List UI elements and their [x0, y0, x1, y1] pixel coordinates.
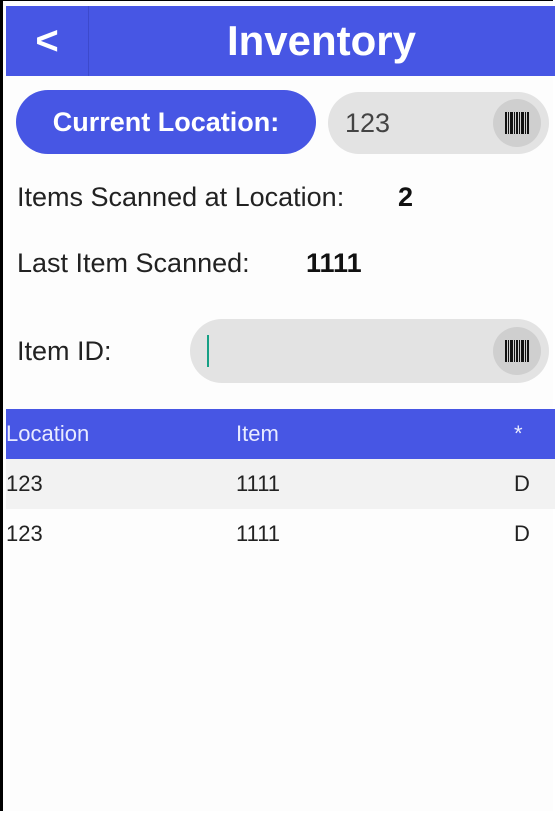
item-id-input[interactable] [190, 319, 549, 383]
column-header-item[interactable]: Item [236, 409, 279, 459]
last-item-value: 1111 [306, 248, 362, 278]
row-flag: D [514, 521, 530, 546]
barcode-icon [505, 112, 529, 134]
column-header-flag[interactable]: * [514, 409, 523, 459]
location-value: 123 [345, 107, 391, 138]
location-field[interactable]: 123 [328, 92, 549, 154]
row-item: 1111 [236, 471, 281, 496]
table-row[interactable]: 123 1111 D [6, 459, 555, 509]
app-header: < Inventory [6, 6, 555, 76]
item-id-label: Item ID: [17, 336, 112, 366]
barcode-icon [505, 340, 529, 362]
row-location: 123 [6, 471, 43, 496]
current-location-button[interactable]: Current Location: [16, 90, 316, 154]
last-item-label: Last Item Scanned: [17, 248, 250, 278]
row-item: 1111 [236, 521, 281, 546]
column-header-location[interactable]: Location [6, 409, 89, 459]
row-location: 123 [6, 521, 43, 546]
location-scan-button[interactable] [493, 99, 541, 147]
item-scan-button[interactable] [493, 327, 541, 375]
row-flag: D [514, 471, 530, 496]
page-title: Inventory [226, 17, 417, 64]
table-row[interactable]: 123 1111 D [6, 509, 555, 559]
back-button[interactable]: < [6, 6, 89, 76]
text-cursor [207, 335, 209, 367]
items-scanned-value: 2 [398, 182, 414, 212]
items-scanned-label: Items Scanned at Location: [17, 182, 345, 212]
table-header: Location Item * [6, 409, 555, 459]
